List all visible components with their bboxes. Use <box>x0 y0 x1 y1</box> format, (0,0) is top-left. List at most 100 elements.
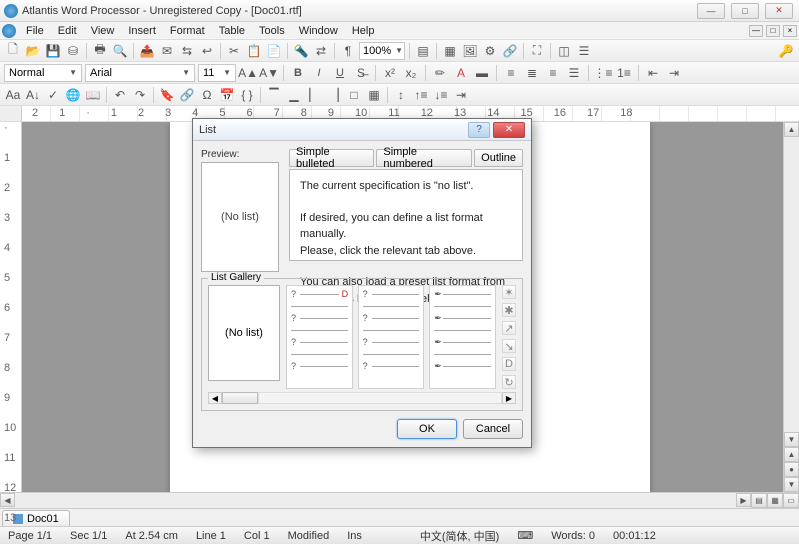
gallery-scrollbar[interactable]: ◀ ▶ <box>208 392 516 404</box>
zoom-combo[interactable]: 100%▼ <box>359 42 405 60</box>
highlight-icon[interactable]: ✏ <box>431 64 449 82</box>
close-button[interactable]: ✕ <box>765 3 793 19</box>
subscript-icon[interactable]: x₂ <box>402 64 420 82</box>
view-draft-icon[interactable]: ▭ <box>783 493 799 508</box>
fill-color-icon[interactable]: ▬ <box>473 64 491 82</box>
border-none-icon[interactable]: □ <box>345 86 363 104</box>
export-icon[interactable]: 📤 <box>138 42 156 60</box>
case-icon[interactable]: Aa <box>4 86 22 104</box>
cancel-button[interactable]: Cancel <box>463 419 523 439</box>
font-color-icon[interactable]: A <box>452 64 470 82</box>
italic-icon[interactable]: I <box>310 64 328 82</box>
gallery-item-2[interactable]: ? ? ? ? <box>358 285 425 389</box>
find-icon[interactable]: 🔦 <box>292 42 310 60</box>
shrink-font-icon[interactable]: A▼ <box>260 64 278 82</box>
grow-font-icon[interactable]: A▲ <box>239 64 257 82</box>
minimize-button[interactable]: — <box>697 3 725 19</box>
image-icon[interactable]: 🖼 <box>461 42 479 60</box>
gallery-btn-6[interactable]: ↻ <box>502 375 516 389</box>
gallery-nolist[interactable]: (No list) <box>208 285 280 381</box>
spellcheck-icon[interactable]: ✓ <box>44 86 62 104</box>
border-bottom-icon[interactable]: ▁ <box>285 86 303 104</box>
date-icon[interactable]: 📅 <box>218 86 236 104</box>
scroll-down-icon[interactable]: ▼ <box>784 432 799 447</box>
next-page-icon[interactable]: ▼ <box>784 477 799 492</box>
pilcrow-icon[interactable]: ¶ <box>339 42 357 60</box>
menu-tools[interactable]: Tools <box>252 25 292 37</box>
revert-icon[interactable]: ↩ <box>198 42 216 60</box>
redo-icon[interactable]: ↷ <box>131 86 149 104</box>
bookmark-icon[interactable]: 🔖 <box>158 86 176 104</box>
mdi-close[interactable]: × <box>783 25 797 37</box>
tab-simple-numbered[interactable]: Simple numbered <box>376 149 472 167</box>
status-lang[interactable]: 中文(简体, 中国) <box>416 528 503 544</box>
hscroll-track[interactable] <box>15 493 736 508</box>
backup-icon[interactable]: ⇆ <box>178 42 196 60</box>
menu-view[interactable]: View <box>84 25 122 37</box>
cut-icon[interactable]: ✂ <box>225 42 243 60</box>
border-all-icon[interactable]: ▦ <box>365 86 383 104</box>
menu-edit[interactable]: Edit <box>51 25 84 37</box>
underline-icon[interactable]: U <box>331 64 349 82</box>
mdi-minimize[interactable]: — <box>749 25 763 37</box>
new-icon[interactable]: 🗋 <box>4 42 22 60</box>
gallery-btn-4[interactable]: ↘ <box>502 339 516 353</box>
gallery-item-3[interactable]: ✒ ✒ ✒ ✒ <box>429 285 496 389</box>
tab-simple-bulleted[interactable]: Simple bulleted <box>289 149 374 167</box>
font-combo[interactable]: Arial▼ <box>85 64 195 82</box>
menu-help[interactable]: Help <box>345 25 382 37</box>
scroll-right-icon[interactable]: ▶ <box>736 493 751 507</box>
fullscreen-icon[interactable]: ⛶ <box>528 42 546 60</box>
justify-icon[interactable]: ☰ <box>565 64 583 82</box>
help-icon[interactable]: 🔑 <box>777 42 795 60</box>
view-normal-icon[interactable]: ▤ <box>751 493 767 508</box>
save-all-icon[interactable]: ⛁ <box>64 42 82 60</box>
tab-outline[interactable]: Outline <box>474 149 523 167</box>
outdent-icon[interactable]: ⇤ <box>644 64 662 82</box>
open-icon[interactable]: 📂 <box>24 42 42 60</box>
strike-icon[interactable]: S̶ <box>352 64 370 82</box>
menu-insert[interactable]: Insert <box>121 25 163 37</box>
align-left-icon[interactable]: ≡ <box>502 64 520 82</box>
mdi-restore[interactable]: □ <box>766 25 780 37</box>
scroll-up-icon[interactable]: ▲ <box>784 122 799 137</box>
border-right-icon[interactable]: ▕ <box>325 86 343 104</box>
border-left-icon[interactable]: ▏ <box>305 86 323 104</box>
copy-icon[interactable]: 📋 <box>245 42 263 60</box>
link-icon[interactable]: 🔗 <box>501 42 519 60</box>
ok-button[interactable]: OK <box>397 419 457 439</box>
bold-icon[interactable]: B <box>289 64 307 82</box>
sort-icon[interactable]: A↓ <box>24 86 42 104</box>
line-spacing-icon[interactable]: ↕ <box>392 86 410 104</box>
language-icon[interactable]: 🌐 <box>64 86 82 104</box>
dialog-titlebar[interactable]: List ? ✕ <box>193 119 531 141</box>
save-icon[interactable]: 💾 <box>44 42 62 60</box>
tabs-icon[interactable]: ⇥ <box>452 86 470 104</box>
style-combo[interactable]: Normal▼ <box>4 64 82 82</box>
gallery-btn-2[interactable]: ✱ <box>502 303 516 317</box>
gallery-scroll-left[interactable]: ◀ <box>208 392 222 404</box>
align-right-icon[interactable]: ≡ <box>544 64 562 82</box>
para-after-icon[interactable]: ↓≡ <box>432 86 450 104</box>
menu-format[interactable]: Format <box>163 25 212 37</box>
thesaurus-icon[interactable]: 📖 <box>84 86 102 104</box>
maximize-button[interactable]: □ <box>731 3 759 19</box>
dialog-help-button[interactable]: ? <box>468 122 490 138</box>
gallery-btn-1[interactable]: ✶ <box>502 285 516 299</box>
size-combo[interactable]: 11▼ <box>198 64 236 82</box>
vertical-ruler[interactable]: ·12345678910111213 <box>0 122 22 492</box>
gallery-btn-3[interactable]: ↗ <box>502 321 516 335</box>
columns-icon[interactable]: ▤ <box>414 42 432 60</box>
menu-table[interactable]: Table <box>212 25 252 37</box>
print-preview-icon[interactable]: 🔍 <box>111 42 129 60</box>
align-center-icon[interactable]: ≣ <box>523 64 541 82</box>
numbering-icon[interactable]: 1≡ <box>615 64 633 82</box>
scroll-track[interactable] <box>784 137 799 432</box>
gallery-item-1[interactable]: ?D ? ? ? <box>286 285 353 389</box>
para-before-icon[interactable]: ↑≡ <box>412 86 430 104</box>
border-top-icon[interactable]: ▔ <box>265 86 283 104</box>
indent-icon[interactable]: ⇥ <box>665 64 683 82</box>
gallery-scroll-right[interactable]: ▶ <box>502 392 516 404</box>
gallery-scroll-track[interactable] <box>258 392 502 404</box>
print-icon[interactable]: 🖶 <box>91 42 109 60</box>
